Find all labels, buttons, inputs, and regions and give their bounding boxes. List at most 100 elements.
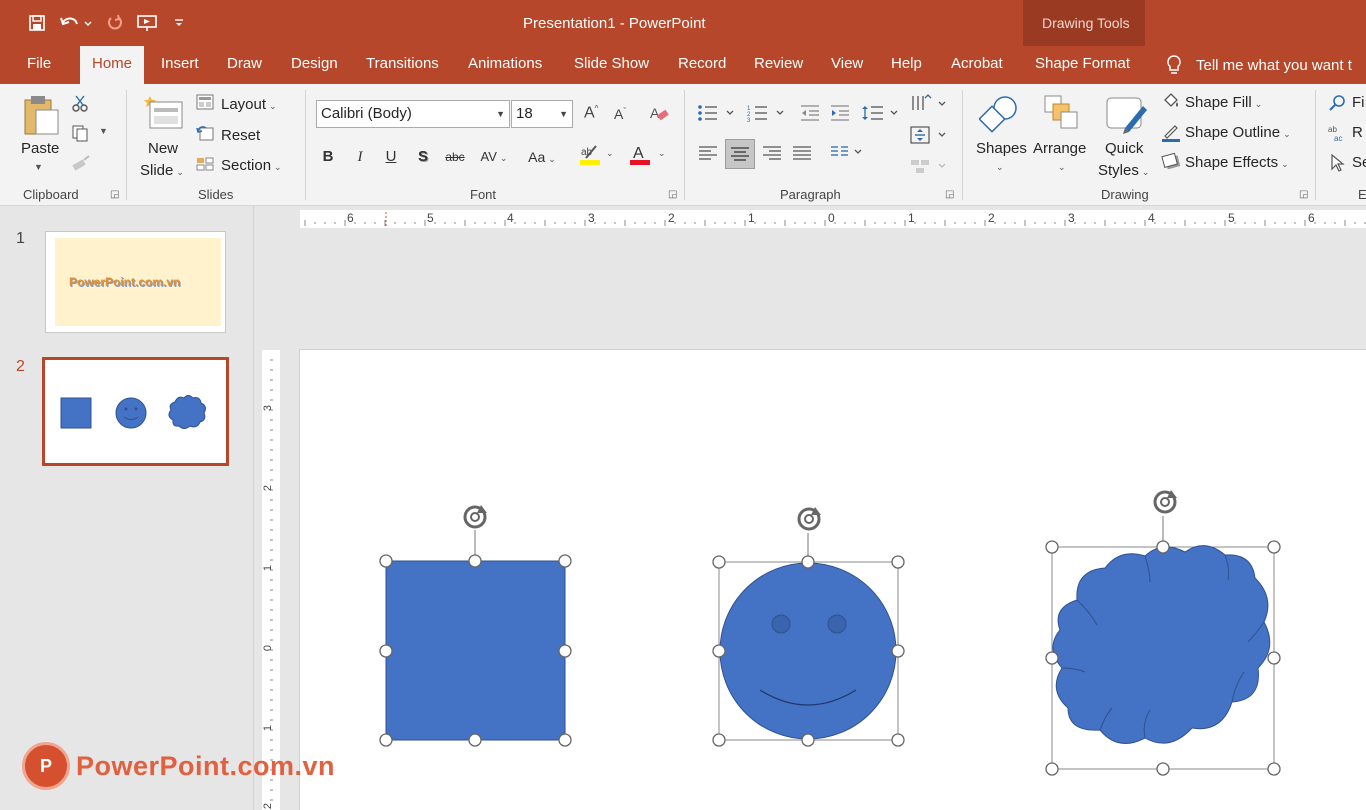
shape-outline-button[interactable]: Shape Outline ⌄ bbox=[1185, 124, 1291, 141]
slide-thumbnail-2[interactable] bbox=[42, 357, 229, 466]
replace-icon[interactable]: abac bbox=[1328, 124, 1348, 142]
chevron-down-icon[interactable]: ⌄ bbox=[1058, 162, 1066, 173]
strikethrough-button[interactable]: abc bbox=[442, 144, 468, 170]
select-cursor-icon[interactable] bbox=[1330, 154, 1346, 172]
bullets-icon[interactable] bbox=[697, 104, 737, 122]
cloud-shape[interactable] bbox=[1045, 490, 1281, 776]
section-icon[interactable] bbox=[196, 156, 214, 172]
select-button[interactable]: Se bbox=[1352, 154, 1366, 171]
drawing-launcher-icon[interactable]: ◲ bbox=[1299, 189, 1308, 200]
layout-button[interactable]: Layout ⌄ bbox=[221, 96, 277, 113]
chevron-down-icon[interactable]: ⌄ bbox=[658, 148, 666, 159]
tab-slide-show[interactable]: Slide Show bbox=[574, 46, 649, 84]
reset-button[interactable]: Reset bbox=[221, 127, 260, 144]
smartart-icon[interactable] bbox=[909, 156, 949, 176]
find-button[interactable]: Fi bbox=[1352, 94, 1365, 111]
section-button[interactable]: Section ⌄ bbox=[221, 157, 282, 174]
shape-effects-icon[interactable] bbox=[1161, 152, 1181, 172]
arrange-icon[interactable] bbox=[1043, 94, 1083, 134]
find-icon[interactable] bbox=[1328, 94, 1348, 112]
cut-icon[interactable] bbox=[71, 94, 89, 112]
tab-help[interactable]: Help bbox=[891, 46, 922, 84]
rotate-handle-icon[interactable] bbox=[797, 507, 821, 531]
slide-thumbnail-1[interactable]: PowerPoint.com.vn bbox=[45, 231, 226, 333]
justify-icon[interactable] bbox=[791, 144, 813, 162]
underline-button[interactable]: U bbox=[378, 144, 404, 170]
clear-formatting-icon[interactable]: A bbox=[650, 104, 670, 124]
chevron-down-icon[interactable]: ⌄ bbox=[996, 162, 1004, 173]
rotate-handle-icon[interactable] bbox=[1153, 490, 1177, 514]
font-launcher-icon[interactable]: ◲ bbox=[668, 189, 677, 200]
layout-icon[interactable] bbox=[196, 94, 214, 110]
quick-styles-label-1[interactable]: Quick bbox=[1105, 140, 1143, 157]
save-icon[interactable] bbox=[26, 12, 48, 34]
quick-styles-button[interactable]: Styles ⌄ bbox=[1098, 162, 1149, 179]
align-right-icon[interactable] bbox=[761, 144, 783, 162]
quick-styles-icon[interactable] bbox=[1105, 94, 1149, 136]
paragraph-launcher-icon[interactable]: ◲ bbox=[945, 189, 954, 200]
slide-canvas[interactable] bbox=[299, 349, 1366, 810]
tab-file[interactable]: File bbox=[27, 46, 51, 84]
copy-icon[interactable] bbox=[71, 124, 89, 142]
font-size-dropdown[interactable]: 18 ▼ bbox=[511, 100, 573, 128]
decrease-indent-icon[interactable] bbox=[799, 104, 821, 122]
tell-me-search[interactable]: Tell me what you want t bbox=[1166, 54, 1352, 76]
smiley-shape[interactable] bbox=[712, 507, 905, 747]
increase-indent-icon[interactable] bbox=[829, 104, 851, 122]
replace-button[interactable]: R bbox=[1352, 124, 1363, 141]
shape-fill-icon[interactable] bbox=[1161, 92, 1181, 112]
new-slide-icon[interactable] bbox=[144, 92, 184, 132]
font-color-icon[interactable]: A bbox=[628, 142, 652, 166]
text-shadow-button[interactable]: S bbox=[410, 144, 436, 170]
shapes-icon[interactable] bbox=[979, 94, 1023, 134]
new-slide-label-1[interactable]: New bbox=[148, 140, 178, 157]
customize-icon[interactable] bbox=[168, 12, 190, 34]
tab-home[interactable]: Home bbox=[80, 46, 145, 84]
character-spacing-button[interactable]: AV ⌄ bbox=[474, 144, 514, 170]
line-spacing-icon[interactable] bbox=[861, 104, 901, 122]
reset-icon[interactable] bbox=[196, 125, 214, 141]
shape-fill-button[interactable]: Shape Fill ⌄ bbox=[1185, 94, 1262, 111]
arrange-button[interactable]: Arrange bbox=[1033, 140, 1086, 157]
new-slide-button[interactable]: Slide ⌄ bbox=[140, 162, 184, 179]
align-center-button[interactable] bbox=[725, 139, 755, 169]
change-case-button[interactable]: Aa ⌄ bbox=[522, 144, 562, 170]
shapes-button[interactable]: Shapes bbox=[976, 140, 1027, 157]
highlight-color-icon[interactable]: ab bbox=[578, 142, 602, 166]
paste-button[interactable]: Paste bbox=[21, 140, 59, 157]
tab-record[interactable]: Record bbox=[678, 46, 726, 84]
paste-dropdown-icon[interactable]: ▼ bbox=[34, 162, 43, 172]
tab-acrobat[interactable]: Acrobat bbox=[951, 46, 1003, 84]
decrease-font-size-icon[interactable]: Aˇ bbox=[614, 106, 626, 122]
clipboard-launcher-icon[interactable]: ◲ bbox=[110, 189, 119, 200]
format-painter-icon[interactable] bbox=[71, 154, 91, 172]
increase-font-size-icon[interactable]: A^ bbox=[584, 104, 598, 122]
tab-design[interactable]: Design bbox=[291, 46, 338, 84]
italic-button[interactable]: I bbox=[347, 144, 373, 170]
align-text-icon[interactable] bbox=[909, 125, 949, 145]
rotate-handle-icon[interactable] bbox=[463, 505, 487, 529]
tab-insert[interactable]: Insert bbox=[161, 46, 199, 84]
copy-dropdown-icon[interactable]: ▼ bbox=[99, 126, 108, 136]
present-icon[interactable] bbox=[136, 12, 158, 34]
text-direction-icon[interactable] bbox=[909, 94, 949, 114]
font-name-dropdown[interactable]: Calibri (Body) ▼ bbox=[316, 100, 510, 128]
columns-icon[interactable] bbox=[829, 144, 869, 162]
bold-button[interactable]: B bbox=[315, 144, 341, 170]
redo-icon[interactable] bbox=[104, 12, 126, 34]
shape-effects-button[interactable]: Shape Effects ⌄ bbox=[1185, 154, 1289, 171]
align-left-icon[interactable] bbox=[697, 144, 719, 162]
square-shape[interactable] bbox=[379, 505, 572, 747]
undo-icon[interactable] bbox=[58, 12, 94, 34]
tab-shape-format[interactable]: Shape Format bbox=[1035, 46, 1130, 84]
chevron-down-icon[interactable]: ⌄ bbox=[606, 148, 614, 159]
tab-review[interactable]: Review bbox=[754, 46, 803, 84]
shape-outline-icon[interactable] bbox=[1161, 122, 1181, 142]
paste-icon[interactable] bbox=[22, 94, 62, 138]
tab-transitions[interactable]: Transitions bbox=[366, 46, 439, 84]
tab-animations[interactable]: Animations bbox=[468, 46, 542, 84]
tab-view[interactable]: View bbox=[831, 46, 863, 84]
shape-effects-label: Shape Effects bbox=[1185, 154, 1279, 171]
numbering-icon[interactable]: 123 bbox=[747, 104, 787, 122]
tab-draw[interactable]: Draw bbox=[227, 46, 262, 84]
